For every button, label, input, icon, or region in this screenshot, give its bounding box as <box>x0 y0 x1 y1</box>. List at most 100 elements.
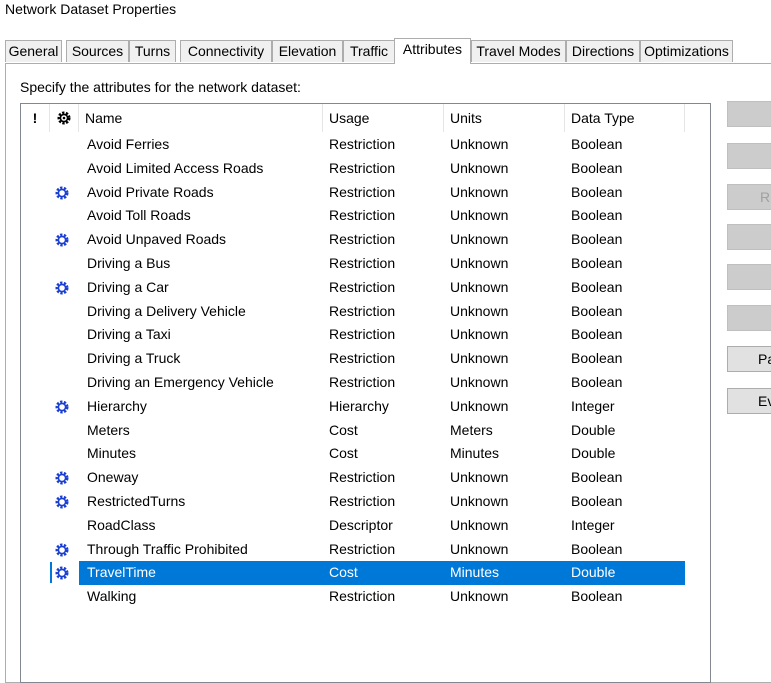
table-row[interactable]: Driving a Car Restriction Unknown Boolean <box>21 276 710 300</box>
table-row[interactable]: Avoid Toll Roads Restriction Unknown Boolea… <box>21 204 710 228</box>
cell-name: Minutes <box>87 445 137 462</box>
table-row[interactable]: Avoid Unpaved Roads Restriction Unknown Boo… <box>21 228 710 252</box>
tab-connectivity[interactable]: Connectivity <box>180 40 272 62</box>
table-row[interactable]: Walking Restriction Unknown Boolean <box>21 585 710 609</box>
cell-data-type: Integer <box>571 516 615 533</box>
table-row[interactable]: Driving a Delivery Vehicle Restriction Unk… <box>21 300 710 324</box>
cell-usage: Hierarchy <box>329 397 389 414</box>
column-header-units[interactable]: Units <box>444 104 565 132</box>
cell-usage: Restriction <box>329 159 396 176</box>
default-gear-icon <box>55 566 69 580</box>
cell-usage: Restriction <box>329 136 396 152</box>
tab-sources[interactable]: Sources <box>66 40 129 62</box>
default-gear-icon <box>55 543 69 557</box>
default-gear-icon <box>55 400 69 414</box>
side-button-2[interactable] <box>727 143 771 169</box>
cell-name: Avoid Unpaved Roads <box>87 231 227 248</box>
cell-usage: Restriction <box>329 540 396 557</box>
side-button-6[interactable] <box>727 305 771 331</box>
table-row[interactable]: TravelTime Cost Minutes Double <box>21 561 710 586</box>
cell-data-type: Boolean <box>571 492 623 509</box>
side-button-3[interactable]: R <box>727 184 771 210</box>
table-row[interactable]: Through Traffic Prohibited Restriction Unk… <box>21 538 710 562</box>
cell-usage: Restriction <box>329 278 396 295</box>
table-row[interactable]: Avoid Limited Access Roads Restriction Unk… <box>21 157 710 181</box>
cell-data-type: Double <box>571 564 616 581</box>
column-header-name[interactable]: Name <box>79 104 323 132</box>
cell-usage: Cost <box>329 445 358 462</box>
cell-data-type: Boolean <box>571 469 623 486</box>
table-row[interactable]: Meters Cost Meters Double <box>21 419 710 443</box>
cell-units: Minutes <box>450 445 500 462</box>
table-row[interactable]: RestrictedTurns Restriction Unknown Boolean <box>21 490 710 514</box>
attributes-list[interactable]: ! Name Usage Units Data Type Avoid Ferri… <box>20 103 711 683</box>
cell-name: Through Traffic Prohibited <box>87 540 248 557</box>
table-row[interactable]: RoadClass Descriptor Unknown Integer <box>21 514 710 538</box>
table-row[interactable]: Avoid Private Roads Restriction Unknown Boo… <box>21 181 710 205</box>
cell-data-type: Boolean <box>571 373 623 390</box>
tab-strip: General Sources Turns Connectivity Eleva… <box>5 38 771 64</box>
cell-units: Unknown <box>450 397 509 414</box>
cell-units: Unknown <box>450 254 509 271</box>
cell-usage: Restriction <box>329 469 396 486</box>
cell-data-type: Double <box>571 445 616 462</box>
side-button-1[interactable] <box>727 101 771 127</box>
cell-name: Oneway <box>87 469 139 486</box>
cell-data-type: Boolean <box>571 588 623 605</box>
cell-units: Unknown <box>450 588 509 605</box>
table-row[interactable]: Avoid Ferries Restriction Unknown Boolean <box>21 133 710 157</box>
tab-optimizations[interactable]: Optimizations <box>640 40 733 62</box>
tab-general[interactable]: General <box>5 40 62 62</box>
table-row[interactable]: Driving a Bus Restriction Unknown Boolean <box>21 252 710 276</box>
cell-units: Minutes <box>450 564 500 581</box>
side-button-7[interactable]: Pa <box>727 346 771 372</box>
gear-icon <box>57 111 71 125</box>
side-button-5[interactable] <box>727 264 771 290</box>
cell-name: TravelTime <box>87 564 156 581</box>
cell-units: Unknown <box>450 231 509 248</box>
instruction-label: Specify the attributes for the network d… <box>20 79 301 95</box>
column-header-data-type[interactable]: Data Type <box>565 104 685 132</box>
cell-units: Unknown <box>450 183 509 200</box>
cell-name: Avoid Toll Roads <box>87 207 191 224</box>
list-rows: Avoid Ferries Restriction Unknown Boolean Av… <box>21 133 710 609</box>
tab-traffic[interactable]: Traffic <box>343 40 395 62</box>
table-row[interactable]: Minutes Cost Minutes Double <box>21 442 710 466</box>
list-header: ! Name Usage Units Data Type <box>21 104 710 132</box>
cell-units: Unknown <box>450 492 509 509</box>
tab-directions[interactable]: Directions <box>566 40 640 62</box>
cell-name: RestrictedTurns <box>87 492 186 509</box>
cell-units: Unknown <box>450 373 509 390</box>
cell-data-type: Boolean <box>571 159 623 176</box>
cell-units: Unknown <box>450 136 509 152</box>
cell-usage: Restriction <box>329 302 396 319</box>
column-header-default[interactable] <box>50 104 79 132</box>
cell-usage: Descriptor <box>329 516 393 533</box>
cell-units: Unknown <box>450 469 509 486</box>
table-row[interactable]: Driving an Emergency Vehicle Restriction U… <box>21 371 710 395</box>
cell-data-type: Boolean <box>571 278 623 295</box>
table-row[interactable]: Driving a Taxi Restriction Unknown Boolean <box>21 323 710 347</box>
cell-name: Meters <box>87 421 130 438</box>
cell-name: Driving a Car <box>87 278 169 295</box>
side-button-8[interactable]: Ev <box>727 388 771 414</box>
cell-usage: Restriction <box>329 350 396 367</box>
window-title: Network Dataset Properties <box>5 1 177 17</box>
cell-name: Driving a Taxi <box>87 326 171 343</box>
cell-usage: Restriction <box>329 207 396 224</box>
cell-data-type: Boolean <box>571 350 623 367</box>
cell-name: Driving an Emergency Vehicle <box>87 373 274 390</box>
cell-usage: Restriction <box>329 492 396 509</box>
table-row[interactable]: Driving a Truck Restriction Unknown Boolean <box>21 347 710 371</box>
column-header-usage[interactable]: Usage <box>323 104 444 132</box>
table-row[interactable]: Hierarchy Hierarchy Unknown Integer <box>21 395 710 419</box>
cell-units: Unknown <box>450 350 509 367</box>
table-row[interactable]: Oneway Restriction Unknown Boolean <box>21 466 710 490</box>
side-button-4[interactable] <box>727 224 771 250</box>
column-header-warning[interactable]: ! <box>21 104 50 132</box>
tab-turns[interactable]: Turns <box>129 40 176 62</box>
tab-travel-modes[interactable]: Travel Modes <box>471 40 566 62</box>
cell-usage: Cost <box>329 564 358 581</box>
tab-attributes[interactable]: Attributes <box>394 38 471 64</box>
tab-elevation[interactable]: Elevation <box>272 40 343 62</box>
